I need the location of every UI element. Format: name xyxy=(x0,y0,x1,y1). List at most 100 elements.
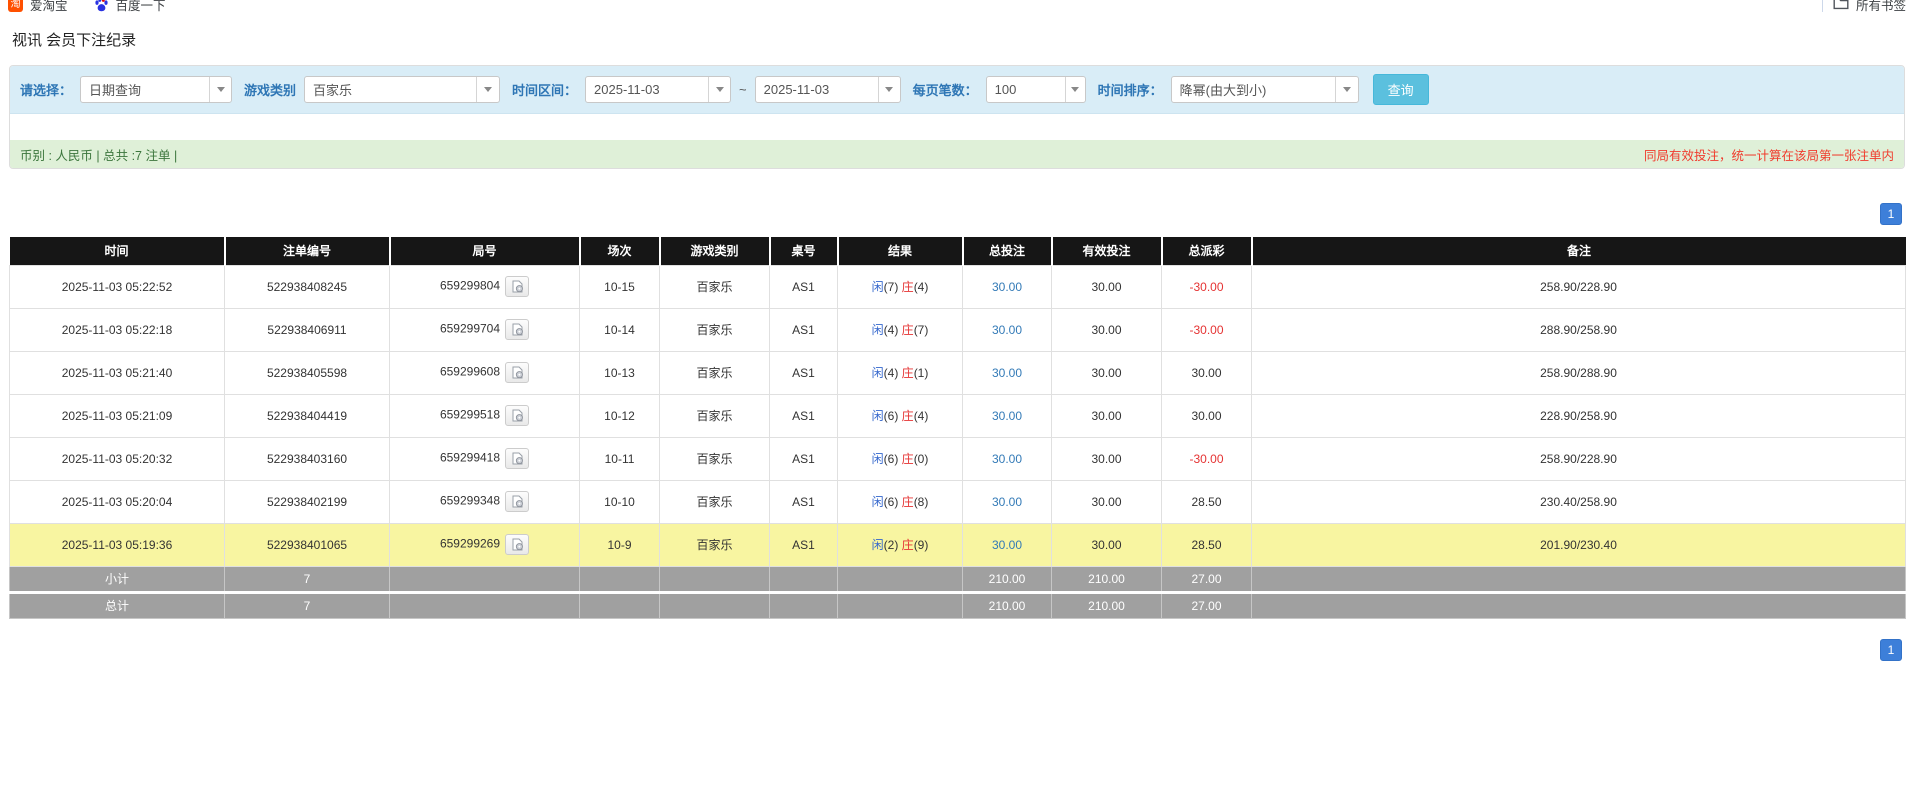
video-replay-button[interactable] xyxy=(505,319,530,340)
session-number: 10-11 xyxy=(604,451,635,466)
cell-empty xyxy=(837,590,963,619)
payout-amount: 28.50 xyxy=(1191,494,1222,509)
payout-amount: -30.00 xyxy=(1189,279,1224,294)
cell-payout: 28.50 xyxy=(1161,479,1252,524)
total-bet-link[interactable]: 30.00 xyxy=(992,366,1022,380)
bookmark-label: 百度一下 xyxy=(115,0,166,13)
payout-amount: 30.00 xyxy=(1191,365,1222,380)
table-number: AS1 xyxy=(792,537,815,552)
bookmark-baidu[interactable]: 百度一下 xyxy=(94,0,166,13)
cell-total-bet: 30.00 xyxy=(962,350,1052,395)
date-to-picker[interactable] xyxy=(754,76,901,103)
subtotal-label: 小计 xyxy=(104,572,129,586)
cell-result: 闲(7) 庄(4) xyxy=(837,264,963,309)
game-type-value[interactable] xyxy=(305,77,477,102)
video-replay-button[interactable] xyxy=(505,405,530,426)
video-record-icon xyxy=(512,366,523,379)
chevron-down-icon[interactable] xyxy=(708,77,731,102)
sort-order-select[interactable] xyxy=(1170,76,1359,103)
page-button-top[interactable]: 1 xyxy=(1880,203,1902,225)
result-player-score: (4) xyxy=(883,366,899,380)
date-from-input[interactable] xyxy=(586,77,709,102)
summary-note: 同局有效投注，统一计算在该局第一张注单内 xyxy=(1643,148,1894,163)
cell-table-number: AS1 xyxy=(769,350,838,395)
video-replay-button[interactable] xyxy=(505,448,530,469)
video-replay-button[interactable] xyxy=(505,362,530,383)
valid-bet: 30.00 xyxy=(1091,537,1122,552)
result-player: 闲 xyxy=(871,495,884,509)
chevron-down-icon[interactable] xyxy=(1064,77,1085,102)
cell-result: 闲(6) 庄(0) xyxy=(837,436,963,481)
valid-bet: 30.00 xyxy=(1091,365,1122,380)
query-type-select[interactable] xyxy=(80,76,233,103)
video-replay-button[interactable] xyxy=(505,276,530,297)
cell-valid-bet: 30.00 xyxy=(1051,393,1162,438)
bookmark-aitaobao[interactable]: 淘 爱淘宝 xyxy=(8,0,68,13)
cell-session: 10-10 xyxy=(579,479,660,524)
query-type-value[interactable] xyxy=(81,77,210,102)
cell-payout: -30.00 xyxy=(1161,307,1252,352)
table-number: AS1 xyxy=(792,322,815,337)
cell-total-bet: 30.00 xyxy=(962,393,1052,438)
bet-time: 2025-11-03 05:21:09 xyxy=(61,408,173,423)
game-type-select[interactable] xyxy=(304,76,501,103)
cell-empty xyxy=(769,565,838,593)
total-bet-link[interactable]: 30.00 xyxy=(992,495,1022,509)
total-bet-link[interactable]: 30.00 xyxy=(992,323,1022,337)
video-replay-button[interactable] xyxy=(505,534,530,555)
cell-result: 闲(4) 庄(7) xyxy=(837,307,963,352)
bet-time: 2025-11-03 05:22:18 xyxy=(61,322,173,337)
cell-total-bet: 210.00 xyxy=(962,565,1052,593)
payout-amount: -30.00 xyxy=(1189,322,1224,337)
bookmarks-bar: 淘 爱淘宝 百度一下 所有书签 xyxy=(0,0,1914,13)
session-number: 10-15 xyxy=(604,279,635,294)
cell-empty xyxy=(389,590,580,619)
table-row: 2025-11-03 05:21:09 522938404419 659299518… xyxy=(9,393,1906,438)
sort-order-value[interactable] xyxy=(1171,77,1335,102)
cell-valid-bet: 30.00 xyxy=(1051,264,1162,309)
column-header-1: 注单编号 xyxy=(224,237,391,265)
video-record-icon xyxy=(512,323,523,336)
total-bet-link[interactable]: 30.00 xyxy=(992,538,1022,552)
cell-game-type: 百家乐 xyxy=(659,522,770,567)
cell-session: 10-15 xyxy=(579,264,660,309)
chevron-down-icon[interactable] xyxy=(877,77,900,102)
chevron-down-icon[interactable] xyxy=(209,77,232,102)
total-bet-link[interactable]: 30.00 xyxy=(992,452,1022,466)
round-number: 659299418 xyxy=(439,450,501,465)
chevron-down-icon[interactable] xyxy=(476,77,500,102)
page-button-bottom[interactable]: 1 xyxy=(1880,638,1902,661)
table-row: 2025-11-03 05:22:52 522938408245 659299804… xyxy=(9,264,1906,309)
query-button[interactable]: 查询 xyxy=(1372,74,1429,105)
total-bet-link[interactable]: 30.00 xyxy=(992,280,1022,294)
bet-time: 2025-11-03 05:21:40 xyxy=(61,365,173,380)
chevron-down-icon[interactable] xyxy=(1335,77,1358,102)
date-to-input[interactable] xyxy=(755,77,878,102)
game-type: 百家乐 xyxy=(696,495,733,509)
folder-icon xyxy=(1833,0,1849,13)
cell-valid-bet: 30.00 xyxy=(1051,350,1162,395)
table-number: AS1 xyxy=(792,494,815,509)
round-number: 659299608 xyxy=(439,364,501,379)
cell-empty xyxy=(659,565,770,593)
cell-remark: 228.90/258.90 xyxy=(1251,393,1906,438)
column-header-6: 结果 xyxy=(837,237,964,265)
bet-id: 522938403160 xyxy=(266,451,348,466)
remark: 228.90/258.90 xyxy=(1540,408,1617,423)
total-bet-link[interactable]: 30.00 xyxy=(992,409,1022,423)
cell-count: 7 xyxy=(224,590,390,619)
page-size-select[interactable] xyxy=(985,76,1086,103)
cell-payout: 30.00 xyxy=(1161,393,1252,438)
bet-time: 2025-11-03 05:19:36 xyxy=(61,537,173,552)
cell-time: 2025-11-03 05:21:09 xyxy=(9,393,225,438)
date-from-picker[interactable] xyxy=(585,76,732,103)
total-total-bet: 210.00 xyxy=(988,598,1026,613)
subtotal-total-bet: 210.00 xyxy=(988,571,1026,586)
page-size-value[interactable] xyxy=(986,77,1065,102)
video-replay-button[interactable] xyxy=(505,491,530,512)
cell-bet-id: 522938408245 xyxy=(224,264,390,309)
all-bookmarks-button[interactable]: 所有书签 xyxy=(1833,0,1906,13)
cell-session: 10-11 xyxy=(579,436,660,481)
all-bookmarks-label: 所有书签 xyxy=(1855,0,1906,13)
cell-bet-id: 522938401065 xyxy=(224,522,390,567)
